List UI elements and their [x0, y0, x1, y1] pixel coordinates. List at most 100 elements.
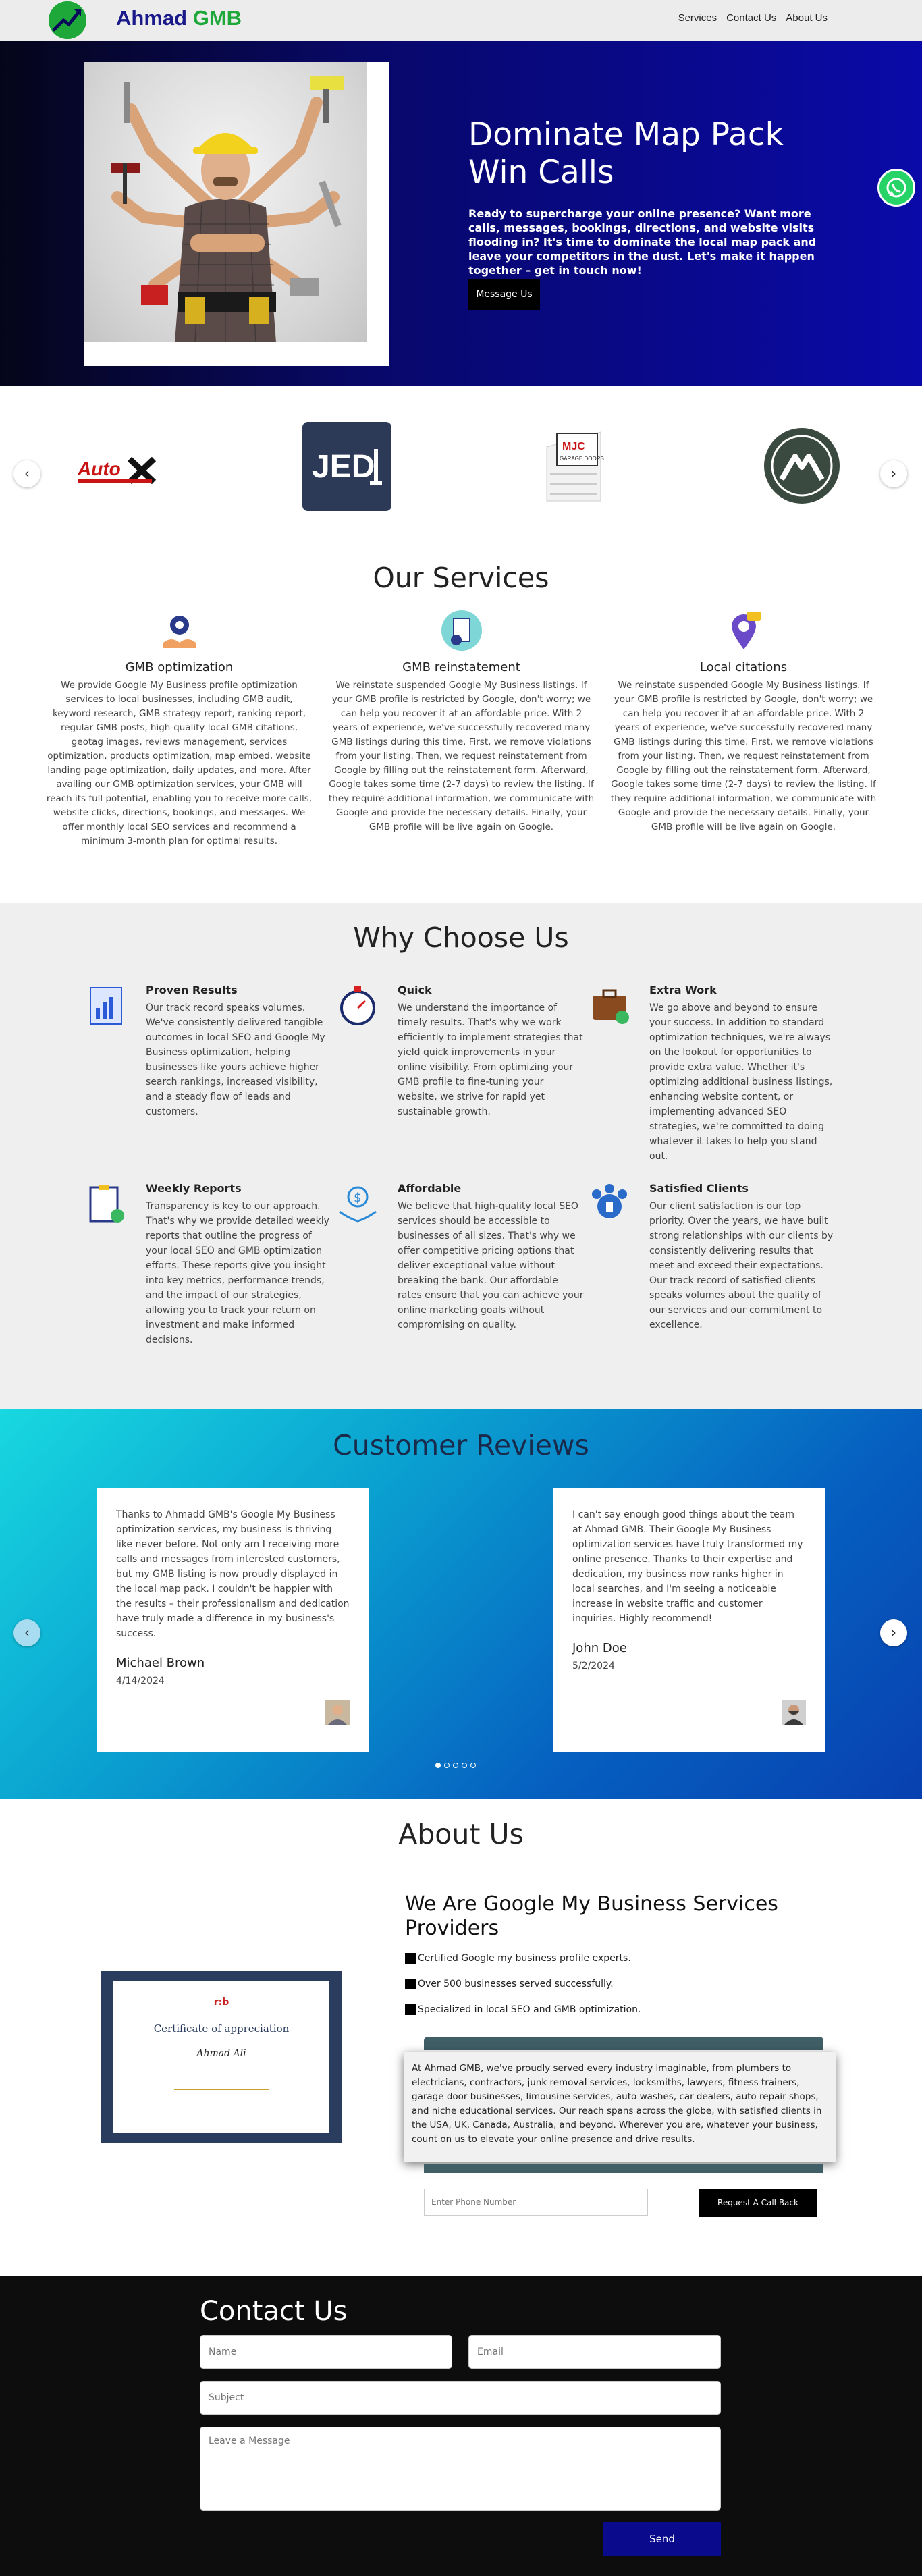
why-choose-us-section: Why Choose Us Proven Results Our track r…	[0, 903, 922, 1409]
money-hands-icon: $	[335, 1182, 380, 1227]
why-title: Why Choose Us	[353, 921, 569, 954]
logo-icon[interactable]	[49, 1, 86, 39]
location-pin-icon	[722, 609, 765, 652]
carousel-dot[interactable]	[453, 1763, 458, 1768]
service-card-gmb-optimization: GMB optimization We provide Google My Bu…	[46, 609, 313, 849]
reviews-next-button[interactable]: ›	[880, 1619, 907, 1646]
reviews-title: Customer Reviews	[333, 1429, 589, 1461]
carousel-dot[interactable]	[444, 1763, 450, 1768]
stopwatch-icon	[335, 984, 380, 1028]
logo-jed: JED	[302, 422, 391, 511]
list-item: Over 500 businesses served successfully.	[405, 1979, 641, 1989]
request-callback-button[interactable]: Request A Call Back	[699, 2189, 817, 2217]
logo-autox: Auto	[74, 454, 169, 487]
whatsapp-glyph-icon	[886, 178, 906, 198]
mjc-logo-icon: MJC GARAGE DOORS	[546, 431, 604, 502]
about-us-section: About Us r:b Certificate of appreciation…	[0, 1799, 922, 2276]
message-us-button[interactable]: Message Us	[468, 279, 540, 310]
list-item-text: Specialized in local SEO and GMB optimiz…	[418, 2004, 641, 2015]
hero-title: Dominate Map Pack Win Calls	[468, 116, 784, 192]
email-field[interactable]	[468, 2335, 721, 2369]
review-date: 5/2/2024	[572, 1661, 615, 1671]
why-item-title: Satisfied Clients	[649, 1182, 749, 1195]
service-title: GMB optimization	[125, 660, 234, 674]
review-text: Thanks to Ahmadd GMB's Google My Busines…	[116, 1509, 350, 1639]
name-field[interactable]	[200, 2335, 452, 2369]
review-card-john-doe: I can't say enough good things about the…	[553, 1488, 825, 1752]
service-title: Local citations	[699, 660, 788, 674]
carousel-dots	[435, 1763, 476, 1768]
svg-text:Auto: Auto	[77, 458, 121, 479]
service-text: We provide Google My Business profile op…	[46, 680, 313, 847]
about-panel-top-bar	[424, 2037, 823, 2050]
contact-title: Contact Us	[200, 2296, 348, 2327]
about-feature-list: Certified Google my business profile exp…	[405, 1953, 641, 2030]
phone-input[interactable]	[424, 2189, 648, 2216]
logo-mountain	[763, 427, 841, 505]
logo-mjc-garage-doors: MJC GARAGE DOORS	[543, 427, 604, 508]
review-text: I can't say enough good things about the…	[572, 1509, 803, 1624]
why-item-text: We understand the importance of timely r…	[398, 1002, 583, 1117]
why-item-title: Affordable	[398, 1182, 462, 1195]
about-info-box: At Ahmad GMB, we've proudly served every…	[404, 2052, 836, 2162]
client-logos-carousel: ‹ Auto JED MJC GARAGE DOORS ›	[0, 386, 922, 541]
why-item-text: We go above and beyond to ensure your su…	[649, 1002, 833, 1162]
svg-text:MJC: MJC	[562, 441, 585, 452]
carousel-dot[interactable]	[462, 1763, 467, 1768]
message-field[interactable]	[200, 2427, 721, 2511]
brand-part-1: Ahmad	[116, 6, 188, 30]
why-item-text: Transparency is key to our approach. Tha…	[146, 1201, 329, 1345]
list-item-text: Over 500 businesses served successfully.	[418, 1979, 614, 1989]
service-title: GMB reinstatement	[402, 660, 520, 674]
hero-description: Ready to supercharge your online presenc…	[468, 207, 817, 277]
subject-field[interactable]	[200, 2381, 721, 2415]
why-item-text: We believe that high-quality local SEO s…	[398, 1201, 584, 1331]
carousel-next-button[interactable]: ›	[880, 460, 907, 487]
certificate-divider	[174, 2089, 269, 2090]
carousel-dot[interactable]	[470, 1763, 476, 1768]
why-item-title: Extra Work	[649, 984, 717, 996]
about-title: About Us	[398, 1818, 524, 1850]
list-item-text: Certified Google my business profile exp…	[418, 1953, 631, 1964]
brand-name[interactable]: Ahmad GMB	[116, 6, 242, 30]
autox-logo-icon: Auto	[77, 456, 157, 485]
nav-links: Services Contact Us About Us	[678, 12, 828, 24]
jed-logo-icon: JED	[312, 449, 382, 485]
growth-arrow-icon	[49, 1, 86, 39]
certificate-title: Certificate of appreciation	[153, 2022, 290, 2035]
reviewer-name: Michael Brown	[116, 1656, 205, 1670]
about-heading: We Are Google My Business Services Provi…	[405, 1892, 778, 1940]
certificate-logo: r:b	[213, 1997, 229, 2008]
hero-section: Dominate Map Pack Win Calls Ready to sup…	[0, 41, 922, 386]
why-item-title: Weekly Reports	[146, 1182, 242, 1195]
service-text: We reinstate suspended Google My Busines…	[610, 680, 877, 832]
hero-image-frame	[84, 62, 389, 366]
reviews-prev-button[interactable]: ‹	[13, 1619, 40, 1646]
document-check-icon	[440, 609, 483, 652]
send-button[interactable]: Send	[603, 2522, 721, 2556]
service-text: We reinstate suspended Google My Busines…	[328, 680, 595, 832]
contact-section: Contact Us Send	[0, 2276, 922, 2576]
nav-link-contact[interactable]: Contact Us	[726, 12, 776, 24]
certificate-paper: r:b Certificate of appreciation Ahmad Al…	[113, 1981, 329, 2133]
top-nav: Ahmad GMB Services Contact Us About Us	[0, 0, 922, 41]
review-date: 4/14/2024	[116, 1675, 165, 1686]
nav-link-services[interactable]: Services	[678, 12, 717, 24]
why-item-title: Quick	[398, 984, 432, 996]
carousel-prev-button[interactable]: ‹	[13, 460, 40, 487]
hero-title-line-2: Win Calls	[468, 154, 614, 191]
handyman-illustration	[111, 76, 344, 342]
square-bullet-icon	[405, 1979, 416, 1989]
square-bullet-icon	[405, 1953, 416, 1964]
mountain-logo-icon	[764, 428, 840, 504]
clipboard-report-icon	[84, 1182, 128, 1227]
brand-part-2: GMB	[192, 6, 242, 30]
nav-link-about[interactable]: About Us	[786, 12, 828, 24]
service-card-local-citations: Local citations We reinstate suspended G…	[610, 609, 877, 834]
whatsapp-icon[interactable]	[877, 169, 915, 207]
avatar	[782, 1700, 806, 1725]
certificate-name: Ahmad Ali	[196, 2048, 246, 2059]
carousel-dot[interactable]	[435, 1763, 441, 1768]
square-bullet-icon	[405, 2004, 416, 2015]
svg-text:JED: JED	[312, 449, 375, 485]
